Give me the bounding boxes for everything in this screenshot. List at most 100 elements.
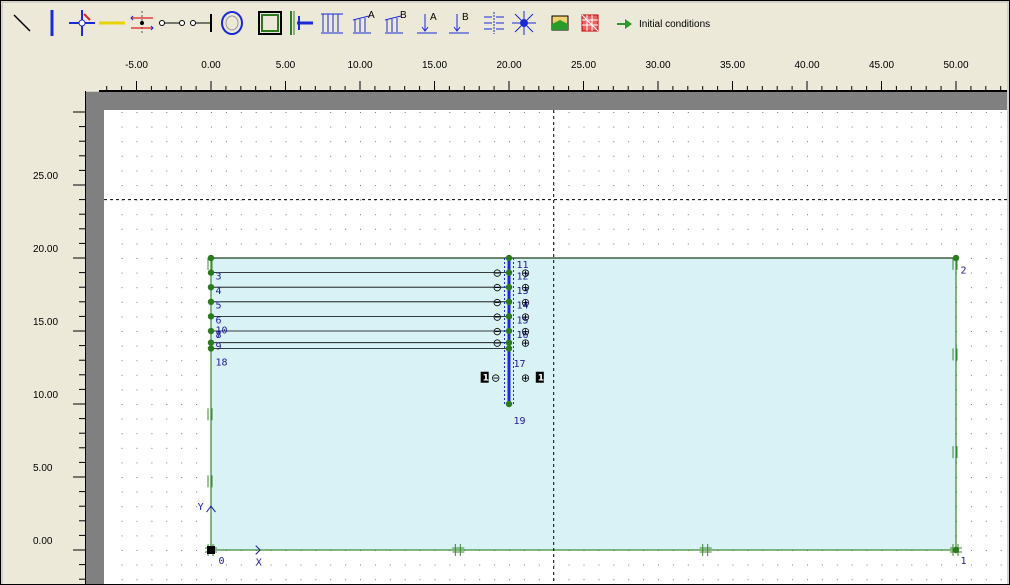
point-label: 1 bbox=[960, 556, 966, 567]
ruler-y-label: 10.00 bbox=[33, 390, 59, 401]
y-axis-label: Y bbox=[198, 502, 204, 513]
ruler-x-label: 35.00 bbox=[719, 60, 746, 71]
initial-conditions-button[interactable]: Initial conditions bbox=[615, 9, 710, 39]
geometry-point[interactable] bbox=[505, 313, 513, 320]
material-sets-icon bbox=[551, 15, 569, 31]
line-tool-icon bbox=[13, 14, 31, 32]
interface-minus-marker: ⊖ bbox=[493, 296, 502, 309]
x-axis-label: X bbox=[256, 558, 262, 569]
geometry-point[interactable] bbox=[505, 339, 513, 346]
plate-tool-icon bbox=[50, 10, 54, 36]
ruler-y-label: 15.00 bbox=[33, 317, 59, 328]
hinge-tool-button[interactable] bbox=[67, 3, 97, 43]
generate-mesh-icon bbox=[581, 14, 599, 32]
ruler-x-label: 40.00 bbox=[794, 60, 820, 71]
interface-plus-marker: ⊕ bbox=[521, 281, 530, 294]
hinge-tool-icon bbox=[69, 10, 95, 36]
interface-minus-marker: ⊖ bbox=[493, 310, 502, 323]
ruler-y-label: 0.00 bbox=[33, 536, 53, 547]
tunnel-button[interactable] bbox=[217, 3, 247, 43]
geometry-point[interactable] bbox=[505, 327, 513, 335]
ruler-corner bbox=[3, 43, 99, 91]
distributed-load-a-button[interactable]: A bbox=[349, 3, 379, 43]
ruler-x-label: 10.00 bbox=[347, 60, 373, 71]
arrow-right-icon bbox=[617, 19, 632, 29]
point-label: 18 bbox=[215, 358, 227, 369]
generate-mesh-button[interactable] bbox=[575, 3, 605, 43]
geometry-point[interactable] bbox=[207, 269, 215, 276]
ruler-y-label: 20.00 bbox=[33, 244, 59, 255]
geometry-point[interactable] bbox=[505, 400, 513, 408]
geometry-model: 0 12345678910111213141516171819⊖ ⊕⊖ ⊕⊖ ⊕⊖ ⊕⊖ ⊕… bbox=[104, 110, 1007, 584]
geometry-point[interactable] bbox=[207, 284, 215, 291]
point-label: 5 bbox=[215, 301, 221, 312]
fixed-end-anchor-icon bbox=[190, 14, 212, 32]
horizontal-fixity-icon bbox=[290, 11, 313, 35]
svg-text:B: B bbox=[400, 10, 407, 21]
interface-plus-marker: ⊕ bbox=[521, 310, 530, 323]
point-label: 17 bbox=[513, 359, 525, 370]
horizontal-fixity-button[interactable] bbox=[285, 3, 315, 43]
distributed-load-b-icon: B bbox=[384, 10, 407, 34]
geometry-point[interactable] bbox=[207, 345, 215, 352]
point-label: 9 bbox=[215, 342, 221, 353]
geometry-point[interactable] bbox=[505, 254, 513, 262]
vertical-ruler: 25.00 20.00 15.00 10.00 5.00 0.00 bbox=[3, 91, 86, 584]
point-load-a-button[interactable]: A bbox=[413, 3, 443, 43]
node-to-node-anchor-button[interactable] bbox=[157, 3, 187, 43]
interface-minus-marker: ⊖ bbox=[493, 267, 502, 280]
geometry-point[interactable] bbox=[505, 284, 513, 291]
plate-tool-button[interactable] bbox=[37, 3, 67, 43]
rotation-fixity-button[interactable] bbox=[509, 3, 539, 43]
geometry-point[interactable] bbox=[207, 327, 215, 335]
rotation-fixity-icon bbox=[512, 11, 536, 35]
ruler-x-label: 30.00 bbox=[645, 60, 671, 71]
geogrid-tool-icon bbox=[99, 21, 125, 25]
ruler-y-label: 25.00 bbox=[33, 171, 59, 182]
interface-plus-marker: ⊕ bbox=[521, 296, 530, 309]
ruler-x-label: 20.00 bbox=[496, 60, 522, 71]
svg-text:A: A bbox=[368, 10, 375, 21]
geometry-point[interactable] bbox=[207, 298, 215, 305]
distributed-load-b-button[interactable]: B bbox=[381, 3, 411, 43]
ruler-x-label: 5.00 bbox=[275, 60, 296, 71]
point-label: 2 bbox=[960, 266, 966, 277]
geometry-point[interactable] bbox=[207, 339, 215, 346]
origin-point-marker bbox=[207, 546, 215, 554]
svg-text:B: B bbox=[462, 12, 469, 23]
point-label: 3 bbox=[215, 272, 221, 283]
interface-minus-marker: ⊖ bbox=[491, 372, 500, 385]
geogrid-tool-button[interactable] bbox=[97, 3, 127, 43]
line-tool-button[interactable] bbox=[7, 3, 37, 43]
geometry-point[interactable] bbox=[505, 269, 513, 276]
geometry-point[interactable] bbox=[952, 546, 960, 554]
drawing-area[interactable]: 0 1 2 3 4 5 6 7 8 9 10 11 12 13 14 15 16 17 18 19 ⊖ ⊕ ⊖ ⊕ ⊖ ⊕ ⊖ ⊕ ⊖ ⊕… bbox=[104, 110, 1007, 584]
point-load-b-button[interactable]: B bbox=[445, 3, 475, 43]
standard-fixities-button[interactable] bbox=[255, 3, 285, 43]
prescribed-displacement-button[interactable] bbox=[479, 3, 509, 43]
tunnel-icon bbox=[221, 11, 243, 35]
distributed-load-icon bbox=[321, 13, 343, 34]
application-window: A B A B Initial conditions -5.00 0.00 5.… bbox=[0, 0, 1010, 585]
interface-number: 1 bbox=[538, 374, 544, 384]
vertical-ruler-ticks bbox=[73, 111, 85, 580]
geometry-point[interactable] bbox=[207, 254, 215, 262]
ruler-x-label: 0.00 bbox=[201, 60, 221, 71]
geometry-point[interactable] bbox=[952, 254, 960, 262]
distributed-load-button[interactable] bbox=[317, 3, 347, 43]
interface-tool-icon bbox=[130, 11, 154, 35]
ruler-x-label: 45.00 bbox=[868, 60, 895, 71]
ruler-x-label: 15.00 bbox=[421, 60, 448, 71]
geometry-point[interactable] bbox=[505, 298, 513, 305]
svg-text:A: A bbox=[430, 12, 437, 23]
prescribed-displacement-icon bbox=[484, 12, 504, 34]
fixed-end-anchor-button[interactable] bbox=[187, 3, 217, 43]
interface-tool-button[interactable] bbox=[127, 3, 157, 43]
ruler-x-label: 25.00 bbox=[570, 60, 597, 71]
interface-number: 1 bbox=[483, 374, 489, 384]
node-to-node-anchor-icon bbox=[159, 20, 185, 26]
geometry-point[interactable] bbox=[207, 313, 215, 320]
geometry-point[interactable] bbox=[505, 345, 513, 352]
material-sets-button[interactable] bbox=[545, 3, 575, 43]
initial-conditions-label: Initial conditions bbox=[639, 18, 711, 30]
